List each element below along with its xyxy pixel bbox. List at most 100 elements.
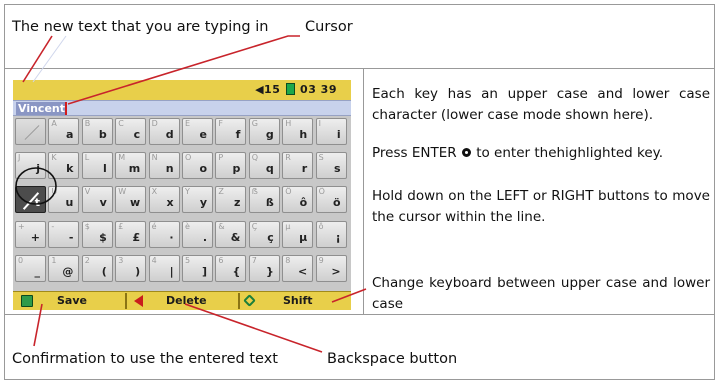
delete-button[interactable]: Delete <box>166 292 207 310</box>
keyboard-key[interactable]: Xx <box>148 186 180 214</box>
keyboard-key[interactable]: ô ¡ <box>315 220 347 248</box>
keyboard-key[interactable]: Öö <box>315 186 347 214</box>
desc-hold-down: Hold down on the LEFT or RIGHT buttons t… <box>372 188 710 225</box>
keyboard-key[interactable]: Zz <box>215 186 247 214</box>
key-upper-char: $ <box>84 221 90 231</box>
key-lower-char: | <box>169 264 174 278</box>
key-upper-char: 6 <box>218 255 224 265</box>
keyboard-key[interactable]: $ $ <box>81 220 113 248</box>
key-lower-char: } <box>265 264 274 278</box>
keyboard-key[interactable]: Kk <box>48 152 80 180</box>
keyboard-key[interactable]: Cc <box>115 118 147 145</box>
keyboard-key[interactable]: £ £ <box>115 220 147 248</box>
keyboard-key[interactable]: + + <box>15 220 46 248</box>
key-lower-char: d <box>165 128 174 141</box>
key-upper-char: E <box>185 119 191 128</box>
keyboard-key[interactable]: Qq <box>248 152 280 180</box>
keyboard-key[interactable]: Hh <box>282 118 314 145</box>
keyboard-key[interactable]: Ff <box>215 118 247 145</box>
keyboard-key[interactable]: 7} <box>248 254 280 282</box>
keyboard-key[interactable]: 8 < <box>282 254 314 282</box>
key-lower-char: ) <box>135 264 141 278</box>
keyboard-key[interactable] <box>15 118 46 145</box>
keyboard-key[interactable]: Ee <box>182 118 213 145</box>
keyboard-key[interactable]: Bb <box>81 118 113 145</box>
shift-icon <box>243 294 256 307</box>
keyboard-key[interactable]: ẞß <box>248 186 280 214</box>
keyboard-key[interactable]: Rr <box>282 152 314 180</box>
keyboard-key[interactable]: Ii <box>315 118 347 145</box>
key-lower-char: $ <box>99 230 107 244</box>
keyboard-key[interactable]: Uu <box>48 186 80 214</box>
keyboard-key[interactable]: Yy <box>182 186 213 214</box>
keyboard-key[interactable]: 0 _ <box>15 254 46 282</box>
key-lower-char: i <box>336 128 341 141</box>
key-upper-char: R <box>285 153 291 163</box>
keyboard-key[interactable]: -- <box>48 220 80 248</box>
keyboard-key[interactable]: Pp <box>215 152 247 180</box>
keyboard-key[interactable]: Ss <box>315 152 347 180</box>
key-upper-char: 9 <box>318 255 324 265</box>
keyboard-key[interactable]: 9 > <box>315 254 347 282</box>
key-lower-char: y <box>199 196 207 210</box>
key-upper-char: µ <box>285 221 291 231</box>
keyboard-key[interactable]: Dd <box>148 118 180 145</box>
key-upper-char: Y <box>185 187 190 197</box>
desc-upper-lower: Each key has an upper case and lower cas… <box>372 86 710 123</box>
key-lower-char: µ <box>299 230 308 244</box>
keyboard-key[interactable]: 4 | <box>148 254 180 282</box>
shift-button[interactable]: Shift <box>283 292 313 310</box>
key-upper-char: P <box>218 153 224 163</box>
caption-new-text: The new text that you are typing in <box>12 19 269 35</box>
key-upper-char: G <box>251 119 258 128</box>
key-upper-char: ô <box>318 221 324 231</box>
keyboard-key[interactable]: Gg <box>248 118 280 145</box>
keyboard-key[interactable]: Nn <box>148 152 180 180</box>
keyboard-key[interactable]: 2( <box>81 254 113 282</box>
keyboard-key[interactable]: & & <box>215 220 247 248</box>
enter-button-icon <box>461 148 471 157</box>
keyboard-key[interactable]: 1 @ <box>48 254 80 282</box>
key-lower-char: r <box>301 162 308 176</box>
key-lower-char: x <box>166 196 174 210</box>
key-upper-char: 0 <box>18 255 24 265</box>
softkey-bar: Save Delete Shift <box>13 291 351 310</box>
key-lower-char: s <box>334 162 341 176</box>
key-lower-char: t <box>34 196 40 210</box>
key-lower-char: j <box>36 162 40 176</box>
keyboard-key[interactable]: 3) <box>115 254 147 282</box>
clock: 03 39 <box>300 83 337 96</box>
key-upper-char: 4 <box>151 255 157 265</box>
keyboard-key[interactable]: Mm <box>115 152 147 180</box>
text-cursor <box>65 102 67 115</box>
keyboard-key[interactable]: è. <box>182 220 213 248</box>
key-lower-char: @ <box>62 264 74 278</box>
key-upper-char: 2 <box>84 255 90 265</box>
keyboard-key[interactable]: 6{ <box>215 254 247 282</box>
key-lower-char: n <box>165 162 174 176</box>
keyboard-key[interactable]: Ôô <box>282 186 314 214</box>
keyboard-key[interactable]: Aa <box>48 118 80 145</box>
key-lower-char: w <box>130 196 141 210</box>
key-lower-char: q <box>265 162 274 176</box>
save-button[interactable]: Save <box>57 292 87 310</box>
keyboard-key[interactable]: Çç <box>248 220 280 248</box>
text-input-line[interactable]: Vincent <box>13 100 351 116</box>
key-lower-char: { <box>232 264 241 278</box>
keyboard-key[interactable]: Oo <box>182 152 213 180</box>
keyboard-key[interactable]: Ll <box>81 152 113 180</box>
key-upper-char: U <box>51 187 58 197</box>
keyboard-key[interactable]: Vv <box>81 186 113 214</box>
keyboard-key[interactable]: Ww <box>115 186 147 214</box>
keyboard-key[interactable]: t <box>15 186 46 214</box>
keyboard-key[interactable]: 5] <box>182 254 213 282</box>
keyboard-key[interactable]: é · <box>148 220 180 248</box>
keyboard-key[interactable]: Jj <box>15 152 46 180</box>
keyboard-key[interactable]: µµ <box>282 220 314 248</box>
key-upper-char: Z <box>218 187 224 197</box>
key-lower-char: ] <box>201 264 207 278</box>
key-lower-char: £ <box>132 230 141 244</box>
key-upper-char: + <box>18 221 25 231</box>
key-lower-char: ¡ <box>335 230 341 244</box>
key-lower-char: c <box>133 128 141 141</box>
